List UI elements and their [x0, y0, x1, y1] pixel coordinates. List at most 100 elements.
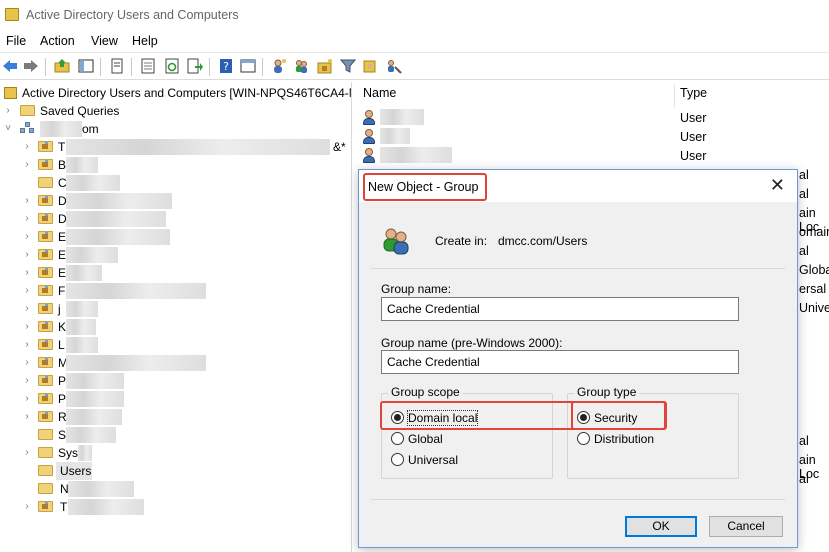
menu-bar: File Action View Help — [0, 30, 829, 52]
tree-item-ou[interactable]: › B — [0, 156, 351, 174]
expand-arrow-icon[interactable]: › — [22, 285, 32, 296]
add-to-group-icon[interactable] — [363, 58, 379, 74]
expand-arrow-icon[interactable]: › — [22, 249, 32, 260]
ou-folder-icon — [38, 231, 53, 242]
new-group-icon[interactable] — [294, 58, 310, 74]
group-icon — [383, 228, 409, 255]
redacted-text — [66, 229, 170, 245]
menu-help[interactable]: Help — [132, 34, 158, 48]
tree-item-ou[interactable]: › P — [0, 372, 351, 390]
tree-item-label: P — [58, 392, 67, 406]
expand-arrow-icon[interactable]: › — [22, 267, 32, 278]
redacted-text — [66, 409, 122, 425]
list-row-type-partial: Univers — [799, 301, 829, 315]
expand-arrow-icon[interactable]: › — [22, 231, 32, 242]
expand-arrow-icon[interactable]: › — [22, 339, 32, 350]
properties-icon[interactable] — [109, 58, 125, 74]
new-user-icon[interactable] — [271, 58, 287, 74]
radio-button[interactable] — [391, 453, 404, 466]
group-name-label: Group name: — [381, 282, 452, 296]
radio-button[interactable] — [577, 432, 590, 445]
expand-arrow-icon[interactable]: › — [22, 213, 32, 224]
tree-item-ou[interactable]: › E — [0, 246, 351, 264]
list-row-type-partial: al — [799, 244, 809, 258]
list-row-type: User — [680, 130, 707, 144]
back-icon[interactable] — [2, 58, 18, 74]
group-name-pre2000-input[interactable]: Cache Credential — [381, 350, 739, 374]
menu-file[interactable]: File — [6, 34, 26, 48]
expand-arrow-icon[interactable]: › — [22, 303, 32, 314]
tree-item-ou[interactable]: › M — [0, 354, 351, 372]
column-header-name[interactable]: Name — [363, 86, 396, 100]
tree-item-system[interactable]: › Sys — [0, 444, 351, 462]
export-icon[interactable] — [187, 58, 203, 74]
tree-item-ou[interactable]: › P — [0, 390, 351, 408]
folder-icon — [38, 465, 53, 476]
new-ou-icon[interactable] — [317, 58, 333, 74]
console-tree-pane[interactable]: Active Directory Users and Computers [WI… — [0, 82, 352, 552]
ok-button[interactable]: OK — [625, 516, 697, 537]
tree-item-ou[interactable]: › L — [0, 336, 351, 354]
annotation-box-title — [363, 173, 487, 201]
group-name-input[interactable]: Cache Credential — [381, 297, 739, 321]
group-name-pre2000-label: Group name (pre-Windows 2000): — [381, 336, 563, 350]
expand-arrow-icon[interactable]: › — [22, 159, 32, 170]
tree-item-ou[interactable]: › D — [0, 210, 351, 228]
list-row-type-partial: al — [799, 472, 809, 486]
list-row-type-partial: omain — [799, 225, 829, 239]
create-in-value: dmcc.com/Users — [498, 234, 588, 248]
tree-item-ou[interactable]: › j — [0, 300, 351, 318]
expand-arrow-icon[interactable]: › — [22, 501, 32, 512]
tree-item-ou[interactable]: › R — [0, 408, 351, 426]
tree-item-ou[interactable]: › F — [0, 282, 351, 300]
tree-item-label: T — [60, 500, 68, 514]
expand-arrow-icon[interactable]: › — [22, 447, 32, 458]
up-folder-icon[interactable] — [54, 58, 70, 74]
tree-item-ou[interactable]: › K — [0, 318, 351, 336]
close-icon[interactable]: ✕ — [770, 176, 785, 194]
tree-root[interactable]: Active Directory Users and Computers [WI… — [0, 84, 351, 102]
ou-folder-icon — [38, 339, 53, 350]
ou-folder-icon — [38, 213, 53, 224]
export-list-icon[interactable] — [140, 58, 156, 74]
ou-folder-icon — [38, 249, 53, 260]
refresh-icon[interactable] — [164, 58, 180, 74]
forward-icon[interactable] — [23, 58, 39, 74]
tree-item-ou[interactable]: › T — [0, 498, 351, 516]
redacted-text — [66, 337, 98, 353]
tree-item-saved-queries[interactable]: › Saved Queries — [0, 102, 351, 120]
view-icon[interactable] — [240, 58, 256, 74]
column-divider[interactable] — [674, 84, 675, 108]
filter-icon[interactable] — [340, 58, 356, 74]
tree-item-users[interactable]: Users — [0, 462, 351, 480]
menu-view[interactable]: View — [91, 34, 118, 48]
menu-action[interactable]: Action — [40, 34, 75, 48]
tree-item-folder[interactable]: N — [0, 480, 351, 498]
list-row-type-partial: al — [799, 434, 809, 448]
expand-arrow-icon[interactable]: › — [22, 393, 32, 404]
radio-label: Global — [408, 432, 443, 446]
tree-item-folder[interactable]: C — [0, 174, 351, 192]
collapse-arrow-icon[interactable]: ˅ — [3, 123, 13, 134]
toolbar-separator — [209, 58, 210, 76]
expand-arrow-icon[interactable]: › — [22, 411, 32, 422]
tree-item-ou[interactable]: › E — [0, 228, 351, 246]
expand-arrow-icon[interactable]: › — [22, 357, 32, 368]
tree-item-ou[interactable]: › E — [0, 264, 351, 282]
radio-button[interactable] — [391, 432, 404, 445]
expand-arrow-icon[interactable]: › — [22, 141, 32, 152]
console-tree-icon[interactable] — [78, 58, 94, 74]
tree-item-ou[interactable]: › T &* — [0, 138, 351, 156]
delegate-icon[interactable] — [386, 58, 402, 74]
tree-item-domain[interactable]: ˅ om — [0, 120, 351, 138]
help-icon[interactable]: ? — [218, 58, 234, 74]
expand-arrow-icon[interactable]: › — [3, 105, 13, 116]
expand-arrow-icon[interactable]: › — [22, 375, 32, 386]
expand-arrow-icon[interactable]: › — [22, 321, 32, 332]
cancel-button[interactable]: Cancel — [709, 516, 783, 537]
column-header-type[interactable]: Type — [680, 86, 707, 100]
tree-item-folder[interactable]: S — [0, 426, 351, 444]
tree-item-ou[interactable]: › D — [0, 192, 351, 210]
redacted-text — [66, 157, 98, 173]
expand-arrow-icon[interactable]: › — [22, 195, 32, 206]
